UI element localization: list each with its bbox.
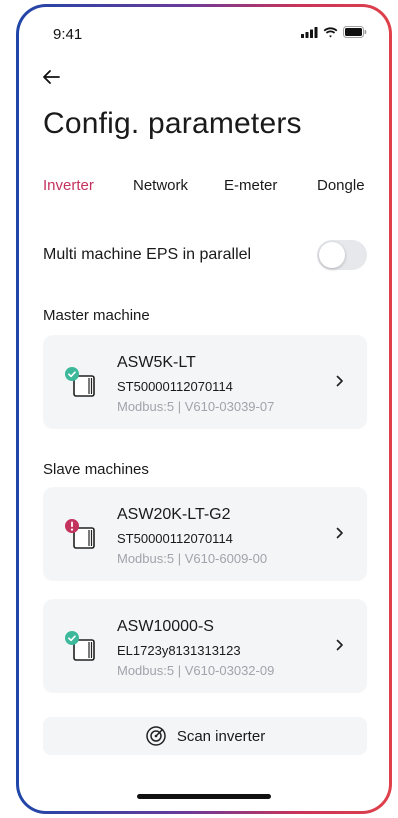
master-device-card[interactable]: ASW5K-LT ST50000112070114 Modbus:5 | V61… xyxy=(43,335,367,429)
device-meta: Modbus:5 | V610-03032-09 xyxy=(117,663,275,678)
tab-dongle[interactable]: Dongle xyxy=(317,177,365,194)
master-section-title: Master machine xyxy=(43,307,150,324)
chevron-right-icon xyxy=(336,527,343,539)
device-name: ASW5K-LT xyxy=(117,354,196,371)
device-name: ASW20K-LT-G2 xyxy=(117,506,231,523)
tab-e-meter[interactable]: E-meter xyxy=(224,177,277,194)
radar-icon xyxy=(146,726,166,746)
screen: 9:41 Config. parameters Inverter Network… xyxy=(19,7,389,811)
eps-setting-row: Multi machine EPS in parallel xyxy=(43,240,369,272)
status-icons xyxy=(301,26,367,38)
device-serial: EL1723y8131313123 xyxy=(117,643,241,658)
home-indicator[interactable] xyxy=(137,794,271,799)
inverter-ok-icon xyxy=(65,631,95,661)
phone-frame: 9:41 Config. parameters Inverter Network… xyxy=(16,4,392,814)
status-bar: 9:41 xyxy=(19,7,389,57)
inverter-ok-icon xyxy=(65,367,95,397)
eps-label: Multi machine EPS in parallel xyxy=(43,246,252,263)
device-meta: Modbus:5 | V610-6009-00 xyxy=(117,551,268,566)
eps-toggle[interactable] xyxy=(317,240,367,270)
tab-inverter[interactable]: Inverter xyxy=(43,177,94,194)
device-serial: ST50000112070114 xyxy=(117,531,233,546)
back-arrow-icon[interactable] xyxy=(39,65,63,89)
slave-device-card[interactable]: ASW10000-S EL1723y8131313123 Modbus:5 | … xyxy=(43,599,367,693)
tab-network[interactable]: Network xyxy=(133,177,188,194)
slave-section-title: Slave machines xyxy=(43,461,149,478)
toggle-knob xyxy=(319,242,345,268)
inverter-error-icon xyxy=(65,519,95,549)
device-name: ASW10000-S xyxy=(117,618,214,635)
status-time: 9:41 xyxy=(53,26,83,43)
device-meta: Modbus:5 | V610-03039-07 xyxy=(117,399,275,414)
page-title: Config. parameters xyxy=(43,107,302,140)
device-serial: ST50000112070114 xyxy=(117,379,233,394)
chevron-right-icon xyxy=(336,375,343,387)
battery-icon xyxy=(343,26,367,38)
tab-bar: Inverter Network E-meter Dongle xyxy=(43,177,389,207)
chevron-right-icon xyxy=(336,639,343,651)
slave-device-card[interactable]: ASW20K-LT-G2 ST50000112070114 Modbus:5 |… xyxy=(43,487,367,581)
scan-inverter-button[interactable]: Scan inverter xyxy=(43,717,367,755)
wifi-icon xyxy=(323,26,338,37)
scan-inverter-label: Scan inverter xyxy=(176,727,266,745)
signal-icon xyxy=(301,26,318,38)
